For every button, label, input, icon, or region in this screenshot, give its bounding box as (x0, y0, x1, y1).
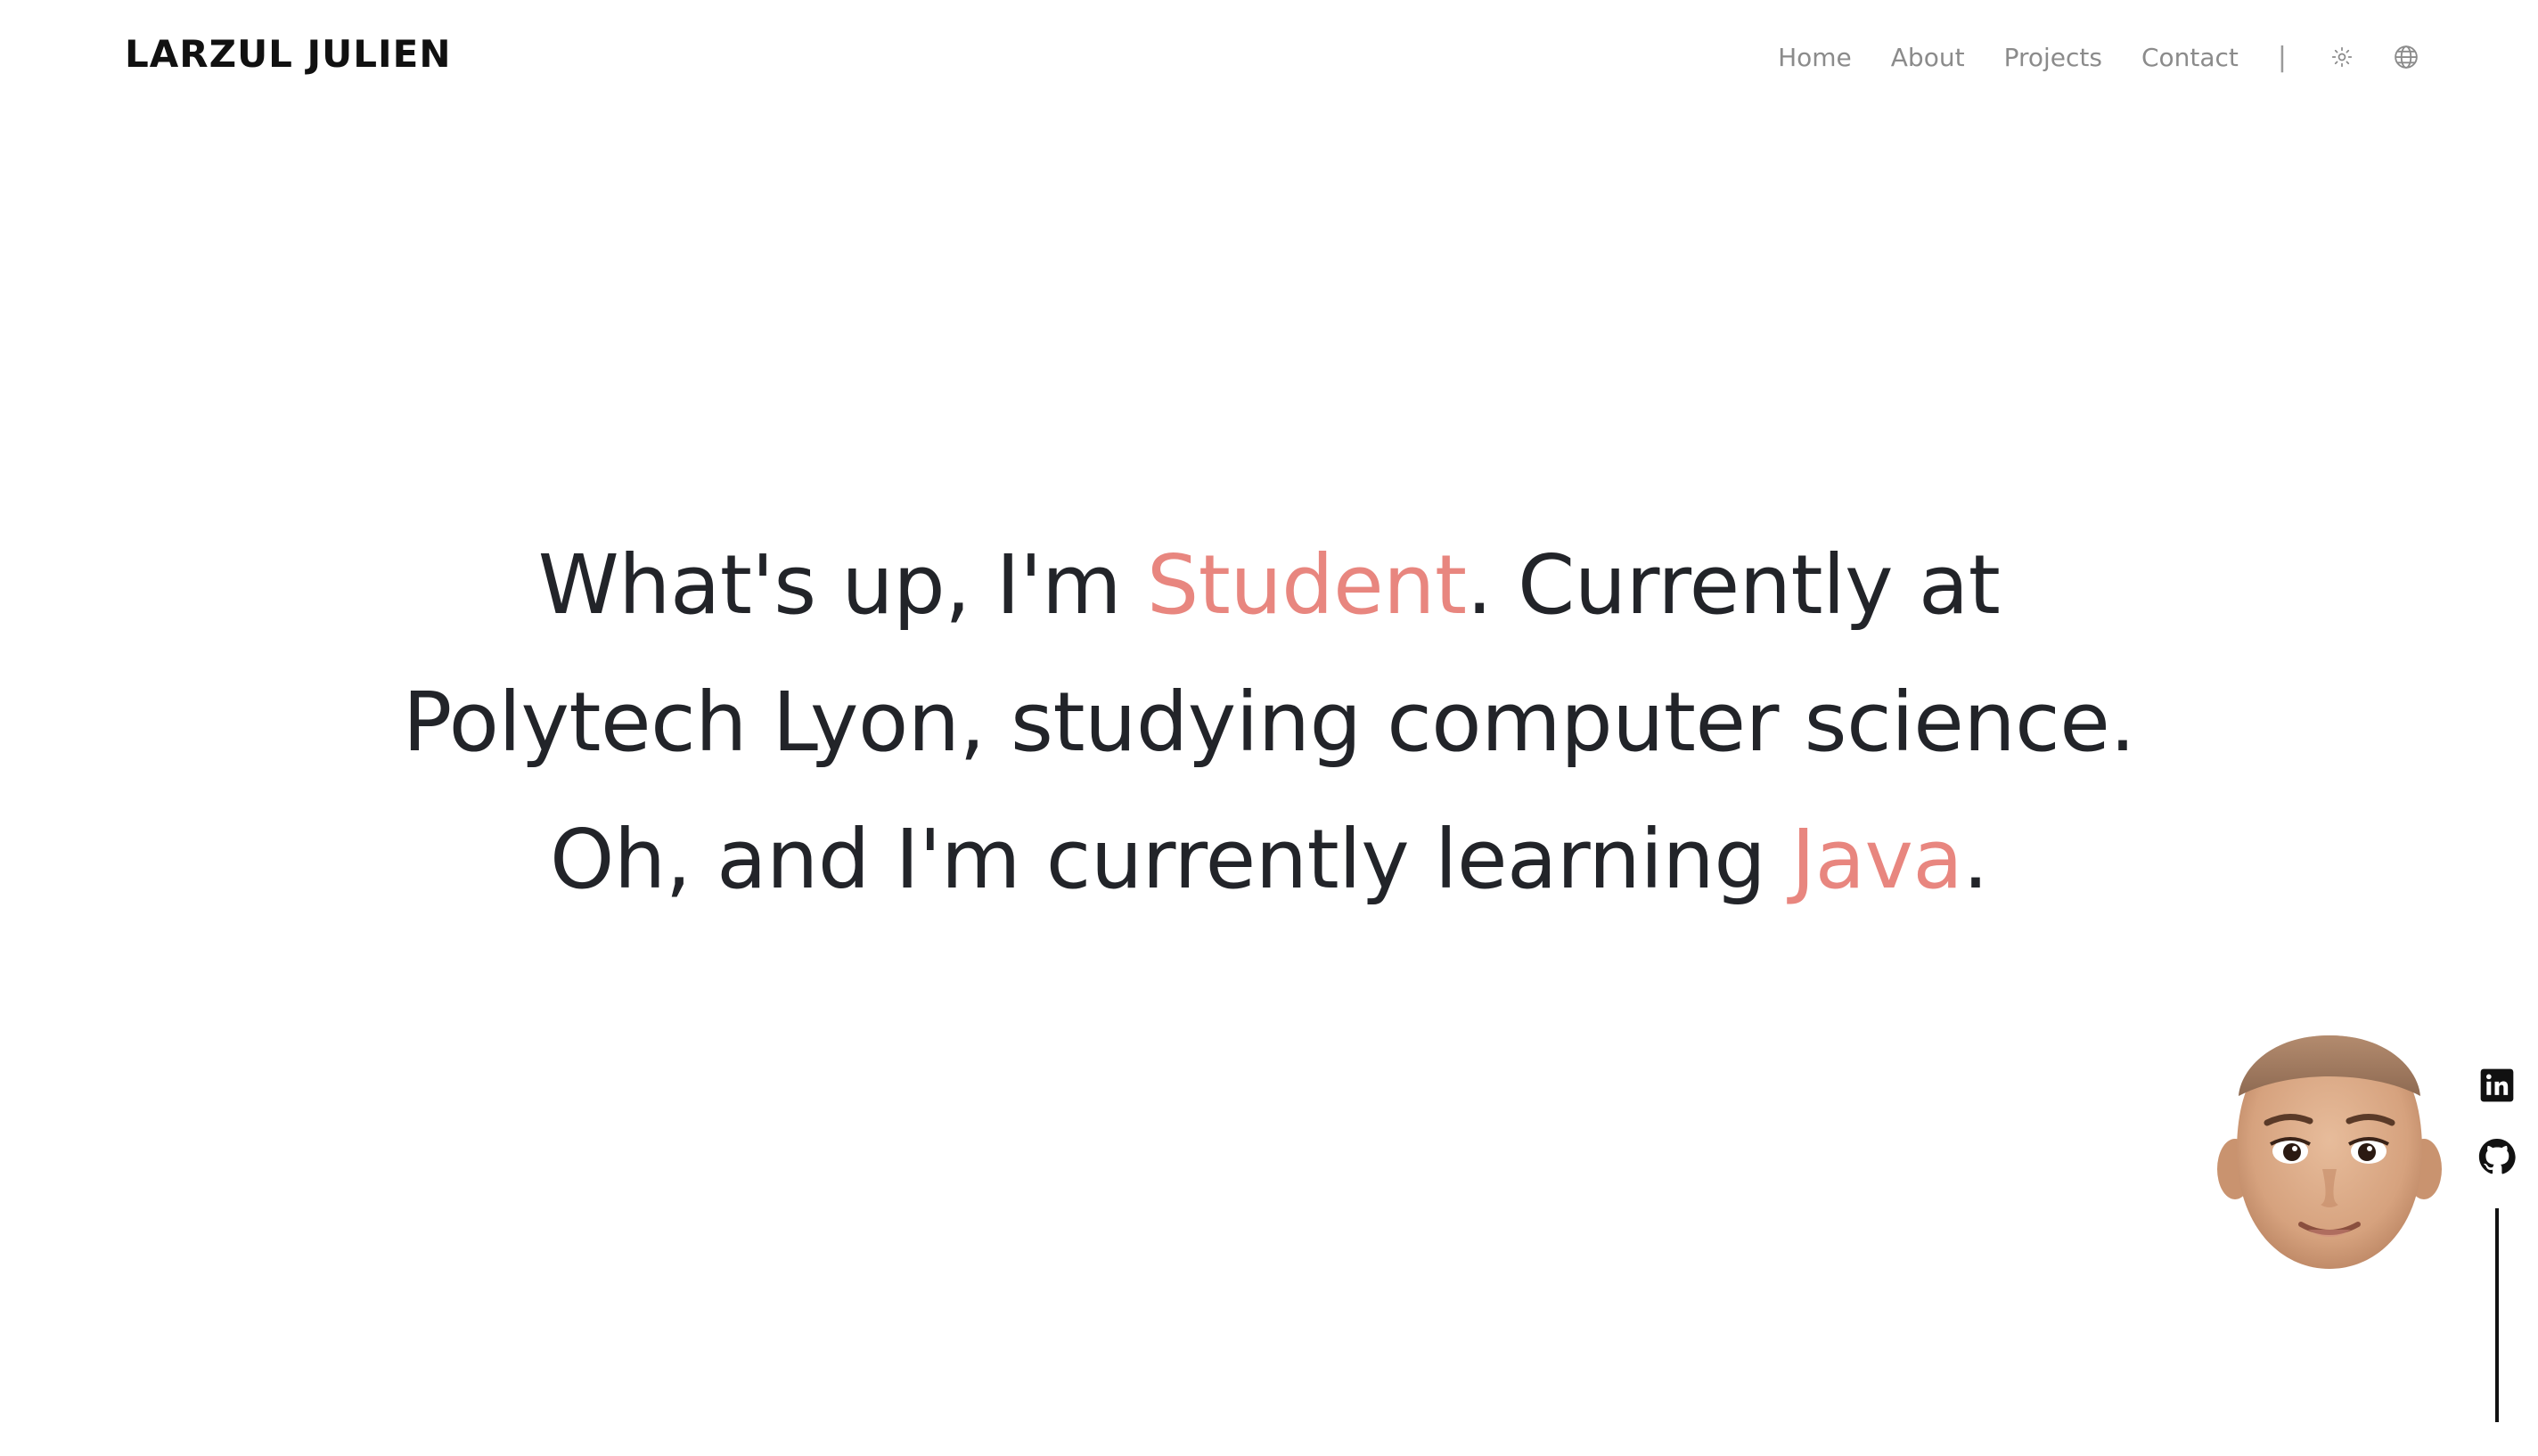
hero-text: What's up, I'm (537, 537, 1147, 633)
social-rail-line (2495, 1208, 2499, 1422)
linkedin-link[interactable] (2477, 1066, 2517, 1105)
language-button[interactable] (2390, 41, 2422, 73)
hero-accent-role: Student (1146, 537, 1467, 633)
hero-section: What's up, I'm Student. Currently at Pol… (0, 517, 2538, 928)
hero-line-2: Polytech Lyon, studying computer science… (0, 654, 2538, 791)
hero-text: . (1962, 812, 1989, 907)
hero-accent-language: Java (1790, 812, 1963, 907)
site-logo[interactable]: LARZUL JULIEN (125, 32, 452, 76)
hero-line-1: What's up, I'm Student. Currently at (0, 517, 2538, 654)
hero-line-3: Oh, and I'm currently learning Java. (0, 791, 2538, 928)
github-icon (2478, 1139, 2516, 1174)
hero-text: Polytech Lyon, studying computer science… (402, 675, 2136, 770)
nav-projects-link[interactable]: Projects (2004, 43, 2102, 72)
github-link[interactable] (2477, 1137, 2517, 1176)
nav-contact-link[interactable]: Contact (2141, 43, 2239, 72)
globe-icon (2395, 45, 2418, 69)
main-nav: Home About Projects Contact | (1778, 39, 2422, 75)
social-rail (2477, 1066, 2517, 1422)
hero-text: Oh, and I'm currently learning (549, 812, 1791, 907)
nav-home-link[interactable]: Home (1778, 43, 1852, 72)
sun-icon (2331, 46, 2353, 68)
hero-text: . Currently at (1466, 537, 2001, 633)
page: LARZUL JULIEN Home About Projects Contac… (0, 0, 2538, 1456)
theme-toggle-button[interactable] (2326, 41, 2358, 73)
nav-separator: | (2277, 41, 2287, 73)
memoji-avatar (2217, 1035, 2442, 1269)
linkedin-icon (2480, 1068, 2514, 1102)
nav-about-link[interactable]: About (1891, 43, 1965, 72)
